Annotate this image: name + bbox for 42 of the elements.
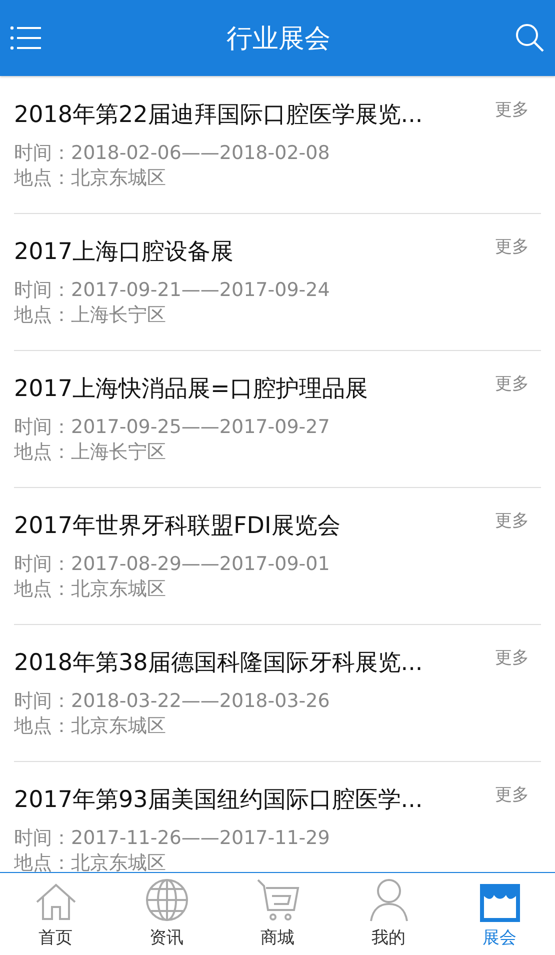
house-icon	[34, 882, 78, 922]
globe-icon	[144, 878, 188, 922]
search-icon[interactable]	[515, 23, 545, 53]
exhibition-title: 2017年世界牙科联盟FDI展览会	[14, 512, 340, 541]
exhibition-item[interactable]: 2017年世界牙科联盟FDI展览会 更多 时间：2017-08-29——2017-09-01 地点：北京东城区	[14, 488, 541, 625]
exhibition-location: 地点：上海长宁区	[14, 303, 167, 328]
store-icon	[480, 884, 520, 922]
menu-icon[interactable]	[10, 25, 42, 51]
exhibition-title: 2018年第38届德国科隆国际牙科展览...	[14, 649, 423, 678]
tab[interactable]: 商城	[222, 873, 333, 955]
more-link[interactable]: 更多	[495, 646, 529, 670]
exhibition-location: 地点：北京东城区	[14, 714, 167, 739]
cart-icon	[256, 878, 300, 922]
exhibition-item[interactable]: 2018年第38届德国科隆国际牙科展览... 更多 时间：2018-03-22——2018-03-26 地点：北京东城区	[14, 625, 541, 762]
more-link[interactable]: 更多	[495, 509, 529, 533]
person-icon	[368, 878, 408, 922]
exhibition-title: 2017年第93届美国纽约国际口腔医学...	[14, 786, 423, 815]
exhibition-time: 时间：2017-09-21——2017-09-24	[14, 278, 331, 303]
tab[interactable]: 我的	[333, 873, 444, 955]
exhibition-time: 时间：2018-03-22——2018-03-26	[14, 689, 331, 714]
exhibition-time: 时间：2017-11-26——2017-11-29	[14, 826, 331, 851]
more-link[interactable]: 更多	[495, 98, 529, 122]
exhibition-time: 时间：2017-09-25——2017-09-27	[14, 415, 331, 440]
exhibition-item[interactable]: 2017上海口腔设备展 更多 时间：2017-09-21——2017-09-24 地点：上海长宁区	[14, 214, 541, 351]
exhibition-title: 2017上海口腔设备展	[14, 238, 234, 267]
tab[interactable]: 首页	[0, 873, 111, 955]
exhibition-time: 时间：2017-08-29——2017-09-01	[14, 552, 331, 577]
more-link[interactable]: 更多	[495, 372, 529, 396]
exhibition-item[interactable]: 2017上海快消品展=口腔护理品展 更多 时间：2017-09-25——2017-09-27 地点：上海长宁区	[14, 351, 541, 488]
tab[interactable]: 资讯	[111, 873, 222, 955]
more-link[interactable]: 更多	[495, 783, 529, 807]
exhibition-time: 时间：2018-02-06——2018-02-08	[14, 141, 331, 166]
tab[interactable]: 展会	[444, 873, 555, 955]
exhibition-title: 2017上海快消品展=口腔护理品展	[14, 375, 368, 404]
exhibition-location: 地点：北京东城区	[14, 166, 167, 191]
exhibition-item[interactable]: 2018年第22届迪拜国际口腔医学展览... 更多 时间：2018-02-06——2018-02-08 地点：北京东城区	[14, 77, 541, 214]
exhibition-location: 地点：北京东城区	[14, 851, 167, 872]
exhibition-location: 地点：上海长宁区	[14, 440, 167, 465]
exhibition-location: 地点：北京东城区	[14, 577, 167, 602]
header-title: 行业展会	[226, 22, 330, 56]
more-link[interactable]: 更多	[495, 235, 529, 259]
exhibition-title: 2018年第22届迪拜国际口腔医学展览...	[14, 101, 423, 130]
